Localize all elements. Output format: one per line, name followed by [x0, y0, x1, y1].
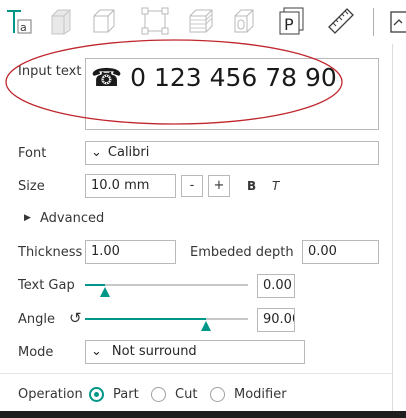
mode-value: Not surround	[111, 344, 197, 359]
font-value: Calibri	[107, 145, 150, 160]
input-text-label: Input text	[18, 64, 82, 79]
place-glyph: P	[284, 15, 294, 34]
layers-cube-icon[interactable]	[186, 6, 216, 36]
thickness-input[interactable]: 1.00	[85, 240, 176, 264]
operation-cut-radio[interactable]	[151, 387, 166, 402]
text-gap-input[interactable]: 0.00	[257, 274, 295, 298]
mode-label: Mode	[18, 345, 54, 360]
embeded-depth-label: Embeded depth	[190, 245, 294, 260]
size-label: Size	[18, 179, 45, 194]
cube-icon[interactable]	[89, 6, 119, 36]
angle-label: Angle	[18, 312, 55, 327]
text-gap-label: Text Gap	[18, 278, 75, 293]
toolbar-separator	[373, 8, 374, 36]
thickness-label: Thickness	[18, 245, 83, 260]
size-input[interactable]: 10.0 mm	[85, 174, 176, 198]
place-on-face-icon[interactable]: P	[276, 6, 306, 36]
embeded-depth-input[interactable]: 0.00	[302, 240, 379, 264]
bottom-edge	[0, 411, 406, 418]
chevron-down-icon: ⌄	[91, 145, 102, 160]
fill-bed-icon[interactable]	[46, 6, 76, 36]
operation-cut-label[interactable]: Cut	[175, 387, 197, 402]
font-label: Font	[18, 146, 47, 161]
advanced-toggle[interactable]: Advanced	[40, 211, 104, 226]
slider-fill	[85, 318, 206, 320]
size-increase-button[interactable]: +	[208, 175, 230, 197]
slider-track	[85, 284, 248, 286]
font-select[interactable]: ⌄ Calibri	[85, 141, 379, 165]
slider-thumb[interactable]	[201, 321, 211, 331]
operation-part-label[interactable]: Part	[113, 387, 139, 402]
text-tool-glyph: a	[20, 21, 27, 34]
angle-slider[interactable]	[85, 308, 248, 332]
mode-select[interactable]: ⌄ Not surround	[85, 340, 305, 364]
expand-arrow-icon[interactable]: ▶	[24, 213, 31, 223]
operation-modifier-radio[interactable]	[210, 387, 225, 402]
italic-toggle[interactable]: T	[272, 179, 279, 193]
operation-part-radio[interactable]	[89, 387, 104, 402]
divider	[0, 373, 392, 374]
reset-angle-icon[interactable]: ↺	[69, 309, 82, 327]
input-text-value: ☎ 0 123 456 78 90	[91, 63, 337, 92]
size-decrease-button[interactable]: -	[181, 175, 203, 197]
chevron-down-icon: ⌄	[91, 344, 102, 359]
measure-ruler-icon[interactable]	[326, 6, 356, 36]
cylinder-icon[interactable]	[229, 6, 259, 36]
input-text-area[interactable]: ☎ 0 123 456 78 90	[85, 58, 379, 130]
toolbar: a P	[0, 0, 406, 44]
text-tool-icon[interactable]: a	[3, 6, 33, 36]
text-gap-slider[interactable]	[85, 275, 248, 299]
slider-thumb[interactable]	[100, 287, 110, 297]
angle-input[interactable]: 90.00	[257, 308, 295, 332]
operation-modifier-label[interactable]: Modifier	[234, 387, 287, 402]
assembly-icon[interactable]	[386, 6, 406, 36]
operation-label: Operation	[18, 387, 83, 402]
bold-toggle[interactable]: B	[247, 179, 256, 193]
scale-icon[interactable]	[140, 6, 170, 36]
slider-fill	[85, 284, 105, 286]
